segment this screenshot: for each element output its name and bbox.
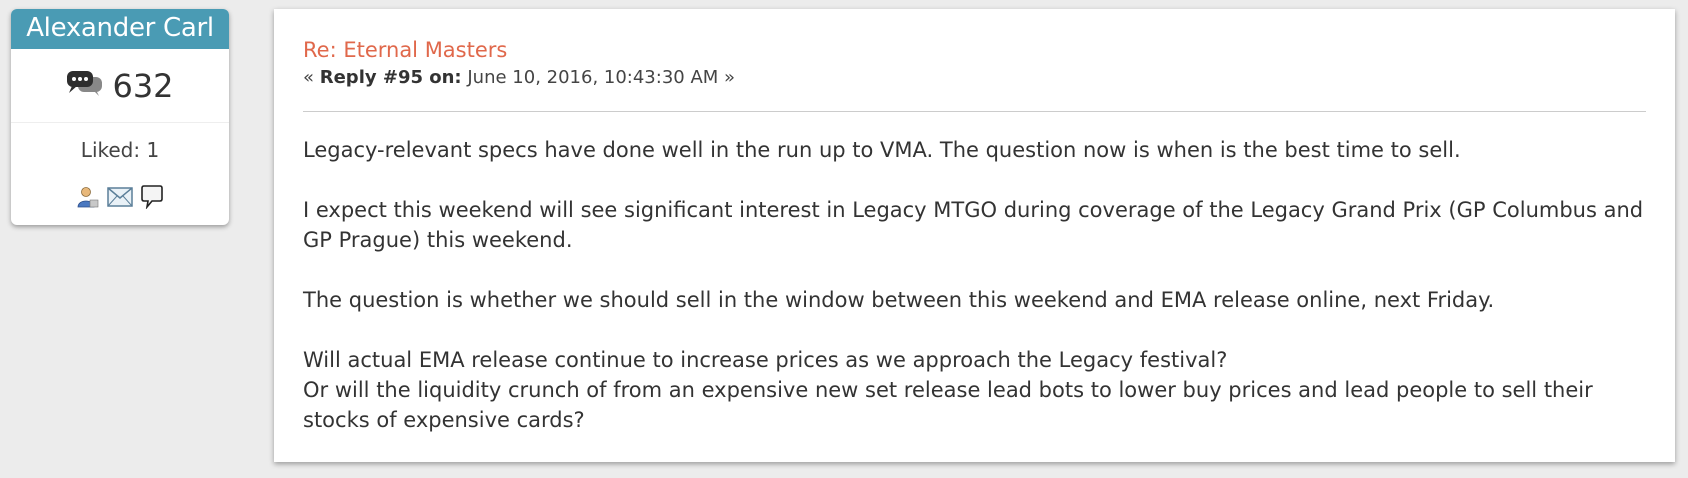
poster-actions	[11, 177, 229, 217]
post-count: 632	[112, 66, 174, 105]
post-count-row: 632	[11, 49, 229, 123]
post-paragraph: Or will the liquidity crunch of from an …	[303, 378, 1593, 432]
post-body: Legacy-relevant specs have done well in …	[303, 135, 1653, 435]
reply-label: Reply #95 on:	[319, 67, 462, 88]
post-paragraph: Legacy-relevant specs have done well in …	[303, 138, 1461, 162]
poster-info-card: Alexander Carl 632 Liked: 1	[11, 9, 229, 225]
post-paragraph: The question is whether we should sell i…	[303, 288, 1495, 312]
post-subject-link[interactable]: Re: Eternal Masters	[303, 36, 507, 64]
poster-name[interactable]: Alexander Carl	[11, 9, 229, 49]
message-icon[interactable]	[141, 185, 163, 209]
post-meta: « Reply #95 on: June 10, 2016, 10:43:30 …	[303, 66, 1646, 90]
post-date: June 10, 2016, 10:43:30 AM »	[461, 67, 736, 88]
post-paragraph: I expect this weekend will see significa…	[303, 198, 1644, 252]
meta-prefix: «	[303, 67, 320, 88]
post-container: Re: Eternal Masters « Reply #95 on: June…	[274, 9, 1675, 462]
post-paragraph: Will actual EMA release continue to incr…	[303, 348, 1228, 372]
email-icon[interactable]	[107, 187, 133, 207]
posts-icon	[67, 70, 103, 96]
profile-icon[interactable]	[77, 186, 99, 208]
liked-count: Liked: 1	[80, 138, 160, 162]
divider	[303, 111, 1646, 112]
